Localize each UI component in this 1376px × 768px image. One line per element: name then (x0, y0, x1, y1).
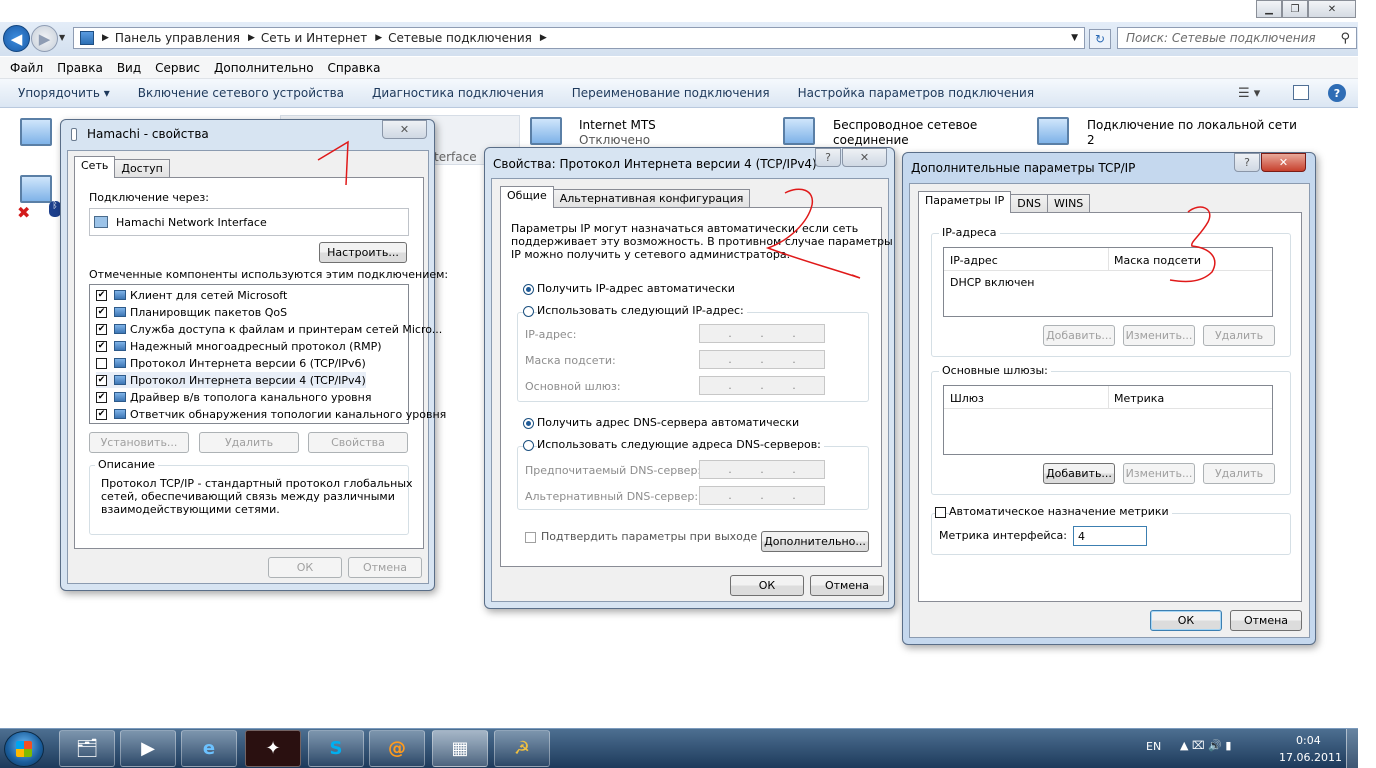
taskbar-explorer-icon[interactable]: 🗂 (59, 730, 115, 767)
annotation-marks (317, 140, 1216, 283)
windows-logo-icon (16, 741, 32, 757)
tab-ip-settings[interactable]: Параметры IP (918, 191, 1012, 213)
show-desktop-button[interactable] (1346, 729, 1358, 768)
clock-date[interactable]: 17.06.2011 (1279, 751, 1342, 764)
taskbar-control-panel-icon[interactable]: ▦ (432, 730, 488, 767)
language-indicator[interactable]: EN (1146, 740, 1161, 753)
annotation-stroke-2 (765, 188, 861, 279)
annotation-stroke-1 (317, 140, 349, 186)
taskbar-hamachi-icon[interactable]: ☭ (494, 730, 550, 767)
taskbar-mail-agent-icon[interactable]: @ (369, 730, 425, 767)
tab-general[interactable]: Общие (500, 186, 554, 208)
tray-icons: ▲ ⌧ 🔊 ▮ (1180, 739, 1232, 752)
taskbar-media-player-icon[interactable]: ▶ (120, 730, 176, 767)
taskbar-ie-icon[interactable]: e (181, 730, 237, 767)
right-edge (1358, 0, 1376, 768)
taskbar-skype-icon[interactable]: S (308, 730, 364, 767)
clock-time[interactable]: 0:04 (1296, 734, 1321, 747)
taskbar-game-icon[interactable]: ✦ (245, 730, 301, 767)
annotation-stroke-3 (1169, 206, 1216, 283)
tab-network[interactable]: Сеть (74, 156, 116, 178)
